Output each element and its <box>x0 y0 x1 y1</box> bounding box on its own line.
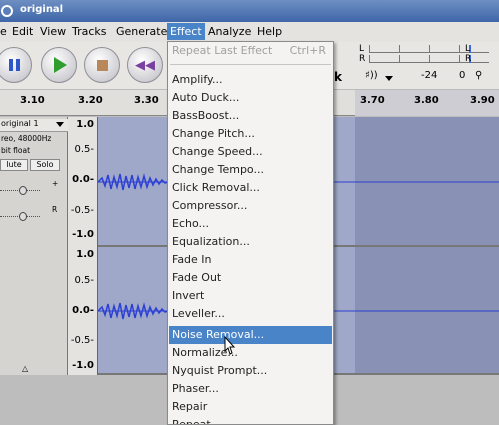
vruler-label: 0.5- <box>74 275 94 286</box>
track-info-rate: reo, 48000Hz <box>1 134 52 143</box>
pan-right-label: R <box>52 205 58 214</box>
app-icon <box>1 5 13 17</box>
effect-menu: Repeat Last Effect Ctrl+R Amplify... Aut… <box>167 41 334 425</box>
menu-item-change-speed[interactable]: Change Speed... <box>169 143 332 161</box>
volume-row: ♯)) -24 0 ⚲ <box>365 70 499 86</box>
skip-start-button[interactable]: ◀◀ <box>127 47 163 83</box>
vruler-label: -1.0 <box>72 360 94 371</box>
track-control-panel: original 1 reo, 48000Hz bit float lute S… <box>0 117 68 375</box>
volume-dropdown[interactable] <box>385 73 393 84</box>
chevron-down-icon <box>56 122 64 127</box>
solo-button[interactable]: Solo <box>30 159 60 171</box>
track-name: original 1 <box>1 119 39 128</box>
pan-slider[interactable] <box>0 212 40 221</box>
vruler-label: 0.0- <box>72 305 94 316</box>
mouse-pointer-icon <box>224 336 236 355</box>
pause-icon <box>0 48 31 82</box>
menu-item-click-removal[interactable]: Click Removal... <box>169 179 332 197</box>
ruler-tick: 3.20 <box>78 95 103 106</box>
play-button[interactable] <box>41 47 77 83</box>
chevron-down-icon <box>385 76 393 81</box>
gain-slider[interactable] <box>0 186 40 195</box>
menu-item-label: Repeat Last Effect <box>172 44 273 57</box>
vertical-ruler-top: 1.0 0.5- 0.0- -0.5- -1.0 <box>68 117 98 247</box>
record-meter-left-label: L <box>465 44 471 54</box>
menu-item-nyquist-prompt[interactable]: Nyquist Prompt... <box>169 362 332 380</box>
track-name-button[interactable]: original 1 <box>0 119 68 132</box>
menu-item-change-tempo[interactable]: Change Tempo... <box>169 161 332 179</box>
menu-item-repeat[interactable]: Repeat... <box>169 416 332 424</box>
menu-generate[interactable]: Generate <box>116 25 167 38</box>
meter-zero-label: 0 <box>459 70 466 81</box>
vruler-label: 0.0- <box>72 174 94 185</box>
menu-item-fade-out[interactable]: Fade Out <box>169 269 332 287</box>
menu-item-auto-duck[interactable]: Auto Duck... <box>169 89 332 107</box>
menu-item-echo[interactable]: Echo... <box>169 215 332 233</box>
menu-tracks[interactable]: Tracks <box>72 25 107 38</box>
ruler-tick: 3.10 <box>20 95 45 106</box>
vruler-label: 1.0 <box>76 119 94 130</box>
meter-left-label: L <box>359 44 365 54</box>
pan-slider-handle[interactable] <box>19 212 27 221</box>
menu-item-noise-removal[interactable]: Noise Removal... <box>169 326 332 344</box>
gain-plus-label: + <box>52 179 59 188</box>
speaker-icon: ♯)) <box>365 70 378 81</box>
pause-button[interactable] <box>0 47 32 83</box>
vertical-ruler-bottom: 1.0 0.5- 0.0- -0.5- -1.0 <box>68 247 98 375</box>
menu-edit[interactable]: Edit <box>12 25 33 38</box>
collapse-track-button[interactable]: △ <box>22 364 28 373</box>
menu-item-shortcut: Ctrl+R <box>289 44 326 57</box>
menu-item-amplify[interactable]: Amplify... <box>169 71 332 89</box>
menu-item-bassboost[interactable]: BassBoost... <box>169 107 332 125</box>
menu-item-leveller[interactable]: Leveller... <box>169 305 332 323</box>
vruler-label: -0.5- <box>70 335 94 346</box>
menu-item-normalize[interactable]: Normalize... <box>169 344 332 362</box>
record-meter[interactable]: L R <box>465 44 471 64</box>
menu-file[interactable]: e <box>0 25 7 38</box>
meter-db-label: -24 <box>421 70 438 81</box>
title-bar: original <box>0 0 499 22</box>
mic-icon[interactable]: ⚲ <box>475 70 482 81</box>
ruler-tick: 3.70 <box>360 95 385 106</box>
meter-right-label: R <box>359 54 366 64</box>
record-meter-right-label: R <box>465 54 472 64</box>
menu-item-repair[interactable]: Repair <box>169 398 332 416</box>
menu-item-change-pitch[interactable]: Change Pitch... <box>169 125 332 143</box>
menu-bar: e Edit View Tracks Generate Effect Analy… <box>0 22 499 42</box>
window-title: original <box>20 4 64 15</box>
k-label: k <box>334 70 342 84</box>
play-icon <box>42 48 76 82</box>
ruler-tick: 3.90 <box>470 95 495 106</box>
menu-item-fade-in[interactable]: Fade In <box>169 251 332 269</box>
vruler-label: 1.0 <box>76 249 94 260</box>
mute-button[interactable]: lute <box>0 159 28 171</box>
menu-item-invert[interactable]: Invert <box>169 287 332 305</box>
menu-item-phaser[interactable]: Phaser... <box>169 380 332 398</box>
ruler-tick: 3.80 <box>414 95 439 106</box>
menu-help[interactable]: Help <box>257 25 282 38</box>
stop-button[interactable] <box>84 47 120 83</box>
playback-meter[interactable]: L R <box>355 44 499 68</box>
mute-solo-row: lute Solo <box>0 159 68 171</box>
menu-analyze[interactable]: Analyze <box>208 25 251 38</box>
gain-slider-handle[interactable] <box>19 186 27 195</box>
ruler-tick: 3.30 <box>134 95 159 106</box>
menu-separator <box>170 64 331 65</box>
menu-item-repeat-last-effect: Repeat Last Effect Ctrl+R <box>169 42 332 60</box>
menu-item-compressor[interactable]: Compressor... <box>169 197 332 215</box>
vruler-label: -0.5- <box>70 205 94 216</box>
skip-start-icon: ◀◀ <box>135 57 155 73</box>
menu-item-equalization[interactable]: Equalization... <box>169 233 332 251</box>
vruler-label: -1.0 <box>72 229 94 240</box>
track-info-format: bit float <box>1 146 31 155</box>
stop-icon <box>85 48 119 82</box>
menu-view[interactable]: View <box>40 25 66 38</box>
vruler-label: 0.5- <box>74 144 94 155</box>
menu-effect[interactable]: Effect <box>167 23 205 40</box>
